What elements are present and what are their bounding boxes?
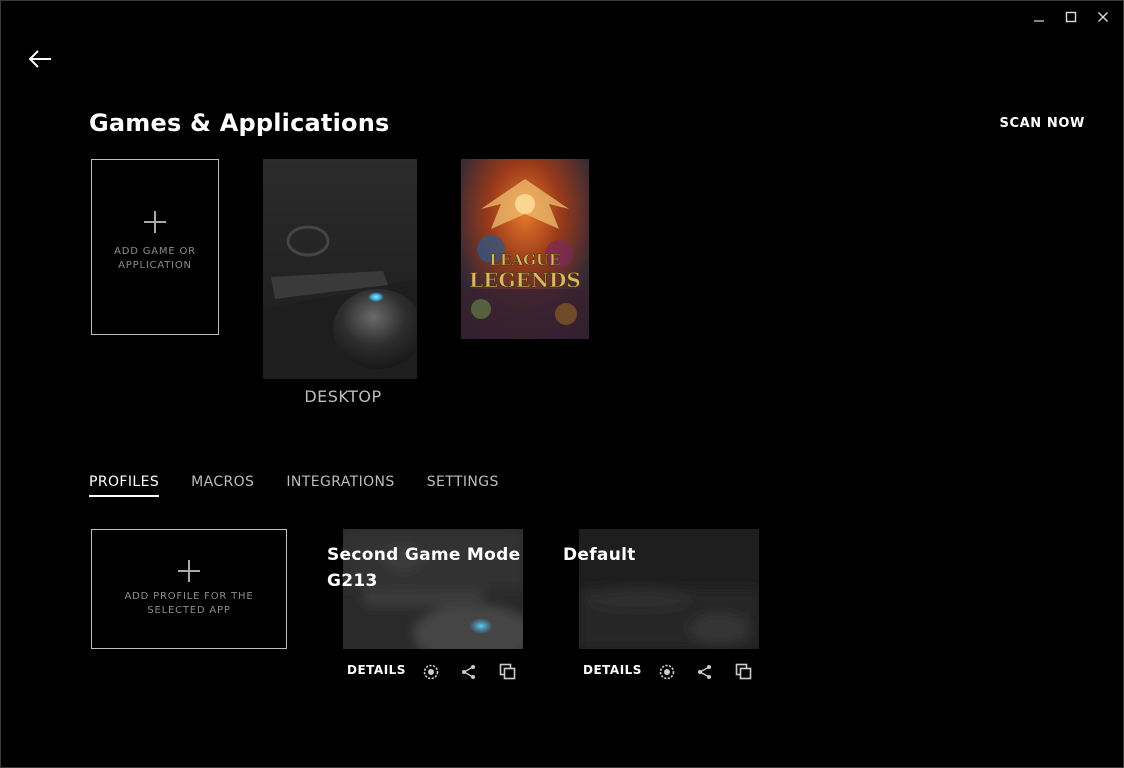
- game-card-league-of-legends[interactable]: LEAGUE LEGENDS: [461, 159, 589, 339]
- game-card-desktop-label: DESKTOP: [304, 387, 382, 406]
- add-profile-label: ADD PROFILE FOR THE SELECTED APP: [124, 591, 254, 616]
- add-game-label: ADD GAME OR APPLICATION: [114, 246, 196, 271]
- back-button[interactable]: [27, 47, 55, 71]
- share-icon[interactable]: [460, 663, 478, 681]
- arrow-left-icon: [28, 50, 51, 68]
- persistent-profile-icon[interactable]: [422, 663, 440, 681]
- page-title: Games & Applications: [89, 109, 390, 137]
- minimize-icon: [1034, 20, 1044, 22]
- close-icon: [1098, 12, 1108, 22]
- game-card-desktop[interactable]: [263, 159, 417, 379]
- persistent-profile-icon[interactable]: [658, 663, 676, 681]
- duplicate-icon[interactable]: [499, 663, 517, 681]
- tab-macros[interactable]: MACROS: [191, 474, 254, 497]
- plus-icon: [178, 560, 200, 582]
- scan-now-button[interactable]: SCAN NOW: [1000, 116, 1085, 131]
- league-of-legends-cover-image: LEAGUE LEGENDS: [461, 159, 589, 339]
- close-button[interactable]: [1089, 7, 1117, 27]
- tab-integrations[interactable]: INTEGRATIONS: [286, 474, 394, 497]
- maximize-button[interactable]: [1057, 7, 1085, 27]
- maximize-icon: [1065, 11, 1077, 23]
- app-window: Games & Applications SCAN NOW ADD GAME O…: [0, 0, 1124, 768]
- tab-bar: PROFILES MACROS INTEGRATIONS SETTINGS: [89, 474, 499, 497]
- details-button[interactable]: DETAILS: [347, 663, 406, 677]
- profile-title-second-game-mode[interactable]: Second Game Mode G213: [327, 542, 520, 594]
- minimize-button[interactable]: [1025, 7, 1053, 27]
- window-controls: [1025, 7, 1117, 27]
- add-profile-button[interactable]: ADD PROFILE FOR THE SELECTED APP: [91, 529, 287, 649]
- profile-title-default[interactable]: Default: [563, 542, 636, 568]
- details-button[interactable]: DETAILS: [583, 663, 642, 677]
- desktop-thumbnail-image: [263, 159, 417, 379]
- league-of-legends-logo-text: LEAGUE: [490, 251, 561, 269]
- add-game-button[interactable]: ADD GAME OR APPLICATION: [91, 159, 219, 335]
- tab-settings[interactable]: SETTINGS: [427, 474, 499, 497]
- duplicate-icon[interactable]: [735, 663, 753, 681]
- league-of-legends-logo-text-2: LEGENDS: [469, 268, 581, 292]
- share-icon[interactable]: [696, 663, 714, 681]
- tab-profiles[interactable]: PROFILES: [89, 474, 160, 497]
- plus-icon: [144, 211, 166, 233]
